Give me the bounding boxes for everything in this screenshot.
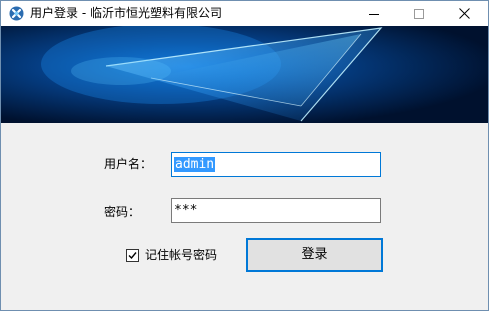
password-value: *** xyxy=(174,203,198,218)
maximize-button[interactable] xyxy=(396,1,441,26)
username-value: admin xyxy=(174,157,216,172)
minimize-icon xyxy=(368,4,379,23)
login-window: 用户登录 - 临沂市恒光塑料有限公司 用户名： admin 密码： *** 记住… xyxy=(0,0,489,311)
login-button[interactable]: 登录 xyxy=(246,238,383,272)
password-input[interactable]: *** xyxy=(171,198,381,223)
window-title: 用户登录 - 临沂市恒光塑料有限公司 xyxy=(30,6,222,20)
maximize-icon xyxy=(413,4,424,23)
username-input[interactable]: admin xyxy=(171,152,381,177)
password-label: 密码： xyxy=(104,205,141,219)
remember-label[interactable]: 记住帐号密码 xyxy=(145,247,217,263)
close-icon xyxy=(459,4,470,23)
title-bar[interactable]: 用户登录 - 临沂市恒光塑料有限公司 xyxy=(1,1,488,26)
minimize-button[interactable] xyxy=(351,1,396,26)
banner-graphic xyxy=(1,26,488,123)
checkmark-icon xyxy=(128,252,137,260)
app-logo-icon xyxy=(9,6,24,21)
close-button[interactable] xyxy=(442,1,487,26)
username-label: 用户名： xyxy=(104,157,153,171)
header-banner xyxy=(1,26,488,123)
remember-checkbox[interactable] xyxy=(126,249,139,262)
